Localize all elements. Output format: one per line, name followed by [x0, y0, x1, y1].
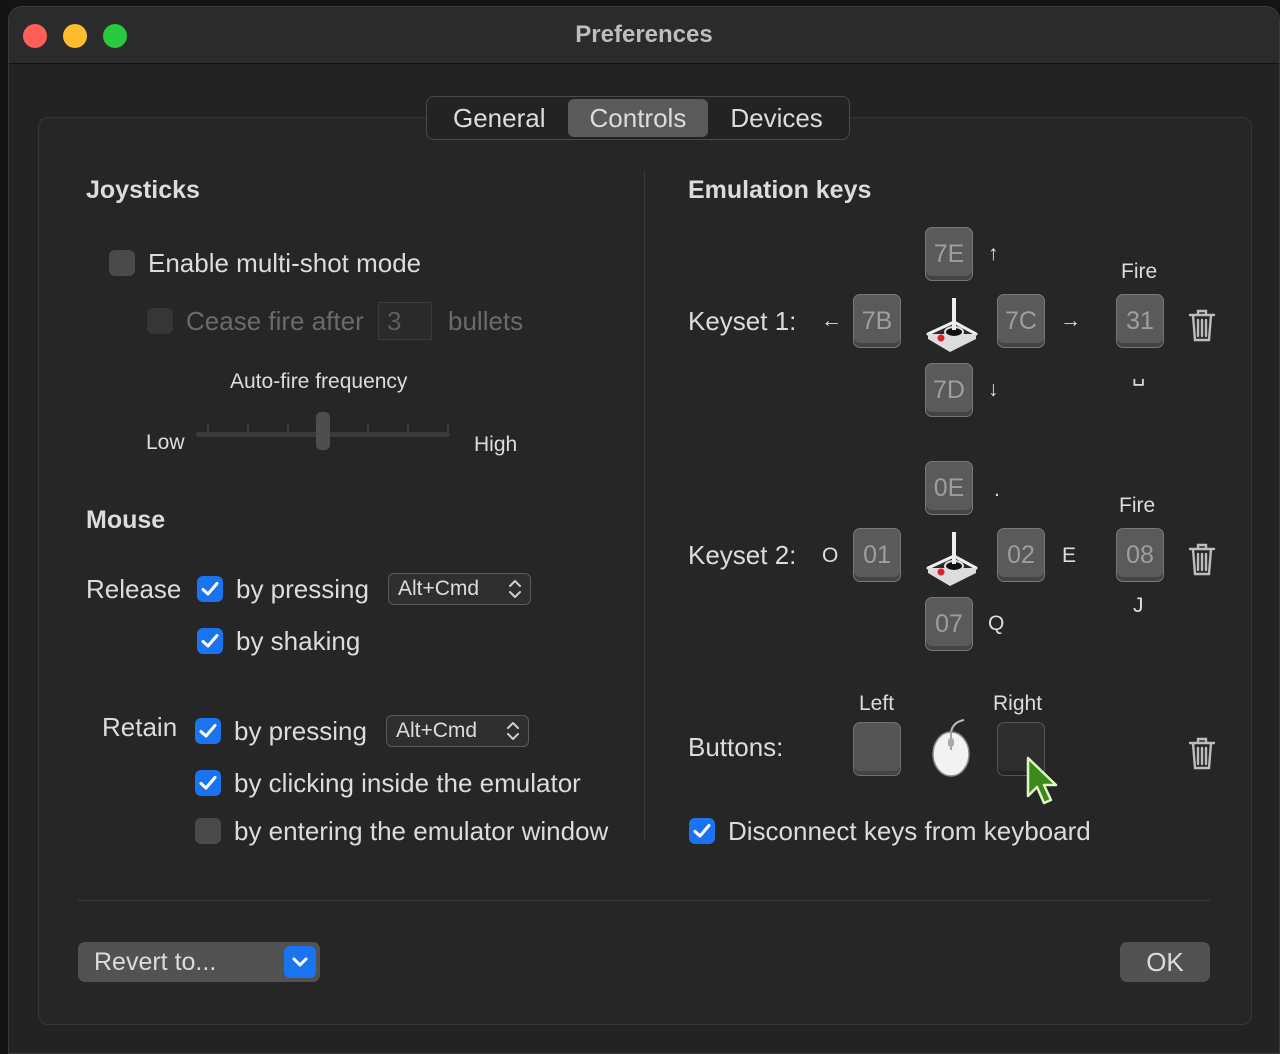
autofire-low-label: Low	[146, 431, 185, 454]
keyset1-left-key[interactable]: 7B	[853, 294, 901, 348]
keyset2-up-key[interactable]: 0E	[925, 461, 973, 515]
keyset2-right-hint: E	[1062, 544, 1077, 567]
keyset2-fire-label: Fire	[1119, 494, 1156, 517]
slider-tick	[247, 424, 249, 432]
release-key-value: Alt+Cmd	[398, 577, 480, 600]
slider-tick	[447, 424, 449, 432]
revert-label: Revert to...	[94, 948, 217, 976]
retain-pressing-checkbox[interactable]	[195, 718, 221, 744]
keyset1-right-key[interactable]: 7C	[997, 294, 1045, 348]
up-down-arrows-icon	[509, 580, 521, 598]
mouse-heading: Mouse	[86, 506, 166, 534]
mouse-icon	[932, 719, 970, 777]
revert-chevron	[284, 946, 316, 978]
revert-popup-button[interactable]: Revert to...	[78, 942, 320, 982]
keyset1-fire-key[interactable]: 31	[1116, 294, 1164, 348]
slider-tick	[407, 424, 409, 432]
keyset1-down-key[interactable]: 7D	[925, 363, 973, 417]
ok-button[interactable]: OK	[1120, 942, 1210, 982]
trash-icon[interactable]	[1188, 736, 1216, 770]
trash-icon[interactable]	[1188, 308, 1216, 342]
release-shaking-checkbox[interactable]	[197, 628, 223, 654]
keyset1-fire-hint: ␣	[1132, 363, 1146, 386]
keyset1-up-hint: ↑	[988, 242, 999, 265]
keyset2-label: Keyset 2:	[688, 540, 797, 570]
checkmark-icon	[199, 776, 217, 790]
keyset2-fire-key[interactable]: 08	[1116, 528, 1164, 582]
retain-key-value: Alt+Cmd	[396, 719, 478, 742]
retain-entering-checkbox[interactable]	[195, 818, 221, 844]
buttons-label: Buttons:	[688, 732, 784, 762]
retain-clicking-checkbox[interactable]	[195, 770, 221, 796]
keyset1-label: Keyset 1:	[688, 306, 797, 336]
retain-label: Retain	[102, 712, 178, 742]
keyset1-down-hint: ↓	[988, 378, 999, 401]
retain-pressing-label: by pressing	[234, 716, 367, 746]
keyset1-up-key[interactable]: 7E	[925, 227, 973, 281]
cease-fire-count-field[interactable]: 3	[378, 302, 432, 340]
disconnect-keys-checkbox[interactable]	[689, 818, 715, 844]
slider-tick	[287, 424, 289, 432]
tab-controls[interactable]: Controls	[567, 99, 709, 137]
keyset2-fire-hint: J	[1133, 594, 1144, 617]
mouse-pointer-icon	[1026, 756, 1058, 805]
cease-fire-checkbox[interactable]	[147, 308, 173, 334]
slider-tick	[367, 424, 369, 432]
column-divider	[644, 170, 645, 840]
release-shaking-label: by shaking	[236, 626, 361, 656]
autofire-high-label: High	[474, 433, 518, 456]
disconnect-keys-label: Disconnect keys from keyboard	[728, 816, 1091, 846]
release-pressing-label: by pressing	[236, 574, 369, 604]
joystick-icon	[926, 298, 978, 352]
keyset1-left-hint: ←	[821, 309, 842, 332]
keyset2-right-key[interactable]: 02	[997, 528, 1045, 582]
cease-fire-label: Cease fire after	[186, 306, 364, 336]
up-down-arrows-icon	[507, 722, 519, 740]
chevron-down-icon	[292, 957, 308, 967]
checkmark-icon	[201, 634, 219, 648]
release-pressing-checkbox[interactable]	[197, 576, 223, 602]
keyset2-left-key[interactable]: 01	[853, 528, 901, 582]
release-key-popup[interactable]: Alt+Cmd	[388, 573, 531, 605]
checkmark-icon	[693, 824, 711, 838]
keyset2-up-hint: .	[994, 478, 1000, 501]
slider-tick	[207, 424, 209, 432]
keyset2-down-key[interactable]: 07	[925, 597, 973, 651]
keyset2-left-hint: O	[822, 544, 839, 567]
right-button-label: Right	[993, 692, 1043, 715]
footer-divider	[78, 900, 1210, 901]
keyset2-down-hint: Q	[988, 612, 1005, 635]
keyset1-right-hint: →	[1060, 309, 1081, 332]
left-button-key[interactable]	[853, 722, 901, 776]
tab-general[interactable]: General	[431, 99, 568, 137]
retain-entering-label: by entering the emulator window	[234, 816, 609, 846]
keyset1-fire-label: Fire	[1121, 260, 1158, 283]
joystick-icon	[926, 532, 978, 586]
emulation-keys-heading: Emulation keys	[688, 176, 872, 204]
checkmark-icon	[199, 724, 217, 738]
joysticks-heading: Joysticks	[86, 176, 200, 204]
tab-bar: General Controls Devices	[426, 96, 850, 140]
retain-key-popup[interactable]: Alt+Cmd	[386, 715, 529, 747]
retain-clicking-label: by clicking inside the emulator	[234, 768, 581, 798]
autofire-label: Auto-fire frequency	[230, 370, 408, 393]
multishot-label: Enable multi-shot mode	[148, 248, 422, 278]
autofire-slider-knob[interactable]	[316, 412, 330, 450]
multishot-checkbox[interactable]	[109, 250, 135, 276]
title-bar: Preferences	[9, 7, 1279, 64]
release-label: Release	[86, 574, 182, 604]
tab-devices[interactable]: Devices	[708, 99, 844, 137]
left-button-label: Left	[859, 692, 895, 715]
trash-icon[interactable]	[1188, 542, 1216, 576]
window-title: Preferences	[575, 21, 713, 48]
cease-fire-suffix: bullets	[448, 306, 524, 336]
checkmark-icon	[201, 582, 219, 596]
